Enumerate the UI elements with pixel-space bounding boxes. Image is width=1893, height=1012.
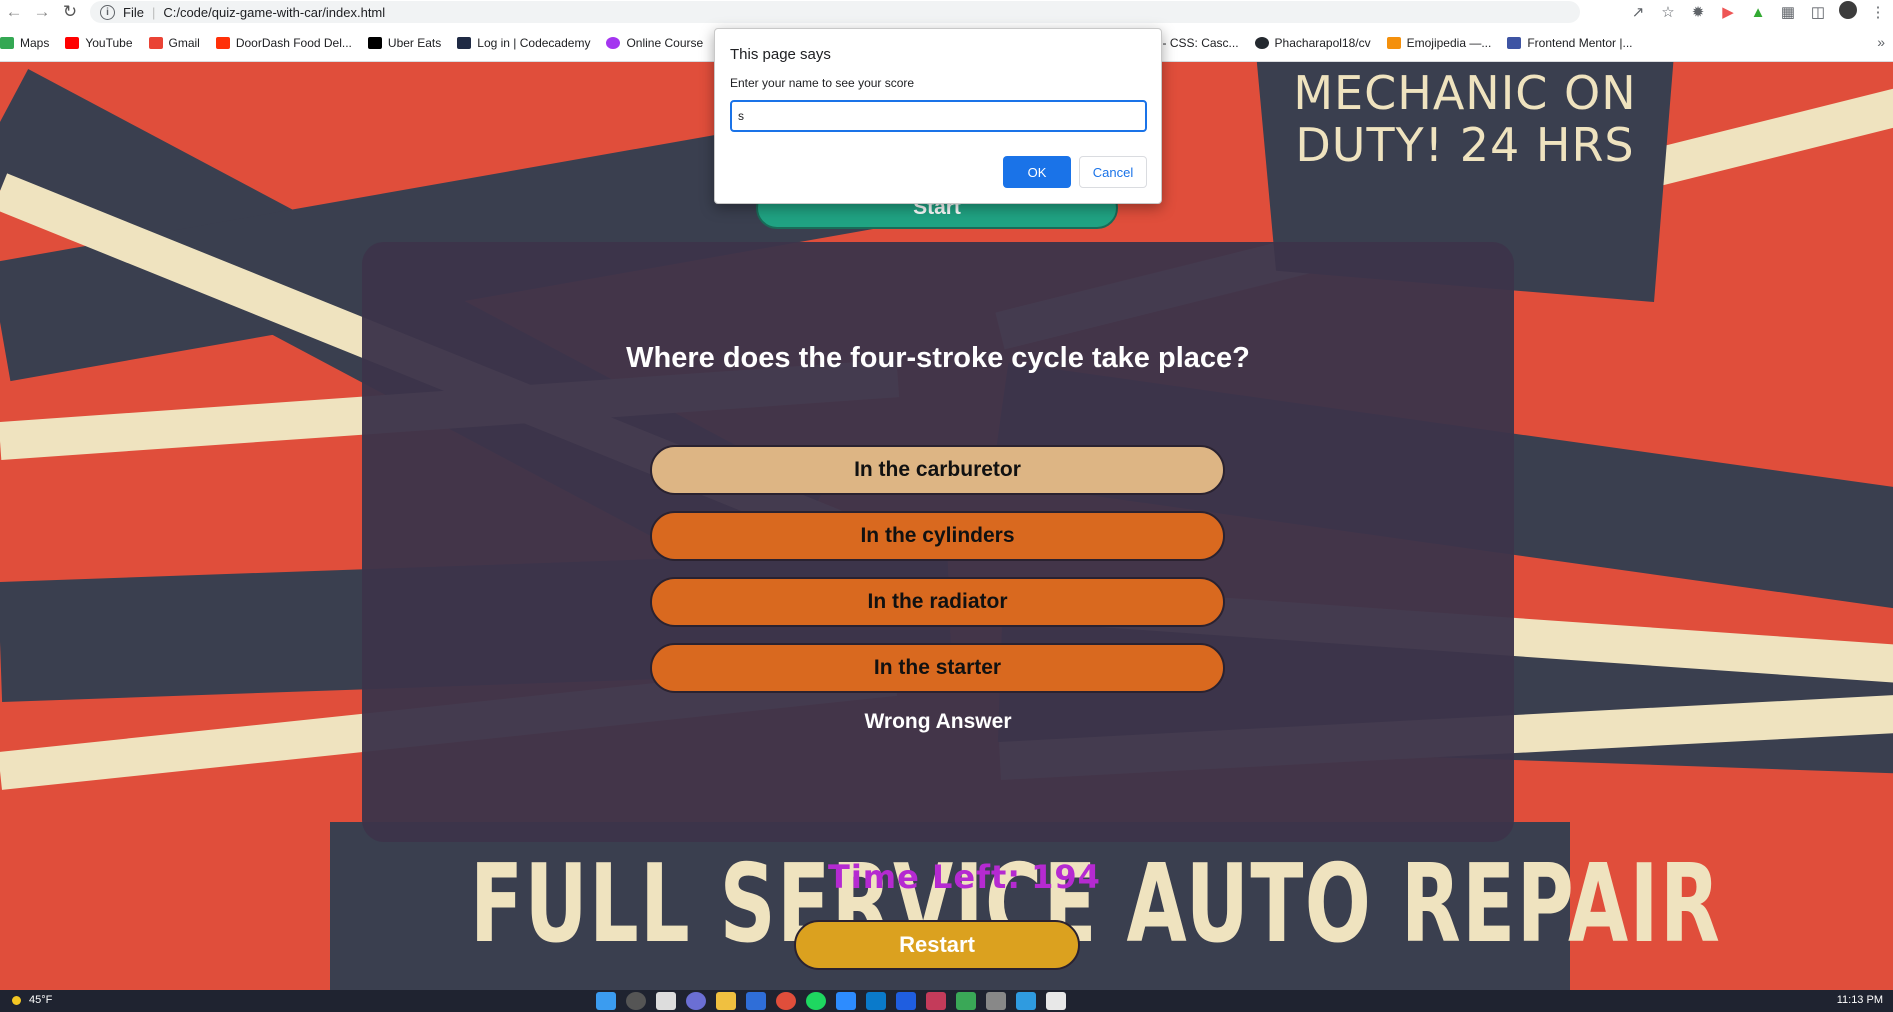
dialog-message: Enter your name to see your score [730,76,915,90]
sun-icon [12,995,21,1005]
address-bar[interactable]: i File | C:/code/quiz-game-with-car/inde… [90,1,1580,23]
bookmark-frontend-mentor[interactable]: Frontend Mentor |... [1507,35,1633,50]
extension-bug-icon[interactable]: ✹ [1683,3,1713,21]
share-icon[interactable]: ↗ [1623,3,1653,21]
bookmark-label: Frontend Mentor |... [1527,35,1633,50]
timer: Time Left: 194 [828,858,1101,896]
bookmark-codecademy[interactable]: Log in | Codecademy [457,36,590,50]
search-icon[interactable] [626,992,646,1010]
bookmark-label: DoorDash Food Del... [235,35,352,50]
app-blue-icon[interactable] [1016,992,1036,1010]
gmail-icon [148,36,163,49]
notification-app-icon[interactable] [926,992,946,1010]
weather-temp: 45°F [29,994,53,1006]
answer-button[interactable]: In the cylinders [650,511,1225,561]
mechanic-sign-text: MECHANIC ON DUTY! 24 HRS [1293,66,1637,172]
github-icon [1254,36,1269,49]
profile-avatar[interactable] [1833,1,1863,23]
restart-button[interactable]: Restart [794,920,1080,970]
bookmark-label: Gmail [168,35,200,50]
extension-green-icon[interactable]: ▲ [1743,4,1773,21]
app-pen-icon[interactable] [986,992,1006,1010]
quiz-card: Where does the four-stroke cycle take pl… [362,242,1514,842]
frontend-mentor-icon [1507,36,1522,49]
extensions-puzzle-icon[interactable]: ▦ [1773,3,1803,21]
url-separator: | [151,4,156,20]
url-text[interactable]: C:/code/quiz-game-with-car/index.html [163,5,385,20]
bookmark-label: YouTube [85,35,133,50]
answer-button[interactable]: In the starter [650,643,1225,693]
bookmark-online-course[interactable]: Online Course [606,36,703,50]
codecademy-icon [457,36,472,49]
maps-icon [0,36,14,49]
zoom-icon[interactable] [836,992,856,1010]
taskbar: 45°F 11:13 PM [0,990,1893,1012]
store-icon[interactable] [746,992,766,1010]
file-explorer-icon[interactable] [716,992,736,1010]
weather-widget[interactable]: 45°F [12,994,52,1006]
extension-red-icon[interactable]: ▶ [1713,3,1743,21]
app-icon[interactable] [896,992,916,1010]
bookmark-label: Uber Eats [387,35,442,50]
site-info-icon[interactable]: i [100,4,115,20]
bookmark-ubereats[interactable]: Uber Eats [367,35,442,50]
bookmark-gmail[interactable]: Gmail [148,35,200,50]
bookmark-label: Online Course [626,35,704,50]
emojipedia-icon [1386,36,1401,49]
reload-icon[interactable]: ↻ [56,0,84,24]
teams-icon[interactable] [686,992,706,1010]
bookmark-label: Log in | Codecademy [477,35,591,50]
bookmark-doordash[interactable]: DoorDash Food Del... [215,35,352,50]
answer-button[interactable]: In the carburetor [650,445,1225,495]
menu-kebab-icon[interactable]: ⋮ [1863,3,1893,21]
udemy-icon [606,36,621,49]
more-bookmarks-icon[interactable]: » [1877,34,1885,50]
timer-label: Time Left: [828,858,1022,896]
app-green-icon[interactable] [956,992,976,1010]
bookmark-github[interactable]: Phacharapol18/cv [1254,35,1371,50]
task-view-icon[interactable] [656,992,676,1010]
forward-icon[interactable]: → [28,0,56,24]
ubereats-icon [367,36,382,49]
bookmark-emojipedia[interactable]: Emojipedia —... [1386,35,1492,50]
url-scheme: File [123,4,144,20]
prompt-dialog: This page says Enter your name to see yo… [714,28,1162,204]
doordash-icon [215,36,230,49]
bookmark-maps[interactable]: Maps [0,36,49,50]
browser-toolbar: ← → ↻ i File | C:/code/quiz-game-with-ca… [0,0,1893,24]
ok-button[interactable]: OK [1003,156,1071,188]
bookmark-label: Phacharapol18/cv [1274,35,1371,50]
back-icon[interactable]: ← [0,0,28,24]
name-input[interactable] [730,100,1147,132]
question-text: Where does the four-stroke cycle take pl… [626,342,1250,374]
bookmark-youtube[interactable]: YouTube [65,35,133,50]
clock[interactable]: 11:13 PM [1837,994,1883,1006]
youtube-icon [65,36,80,49]
calendar-icon[interactable] [1046,992,1066,1010]
vscode-icon[interactable] [866,992,886,1010]
dialog-title: This page says [730,46,831,63]
answer-feedback: Wrong Answer [864,710,1012,733]
cancel-button[interactable]: Cancel [1079,156,1147,188]
bookmark-label: Emojipedia —... [1406,35,1492,50]
start-menu-icon[interactable] [596,992,616,1010]
spotify-icon[interactable] [806,992,826,1010]
timer-value: 194 [1031,858,1101,896]
side-panel-icon[interactable]: ◫ [1803,3,1833,21]
bookmark-star-icon[interactable]: ☆ [1653,3,1683,21]
answer-button[interactable]: In the radiator [650,577,1225,627]
chrome-icon[interactable] [776,992,796,1010]
bookmark-label: Maps [20,35,50,50]
